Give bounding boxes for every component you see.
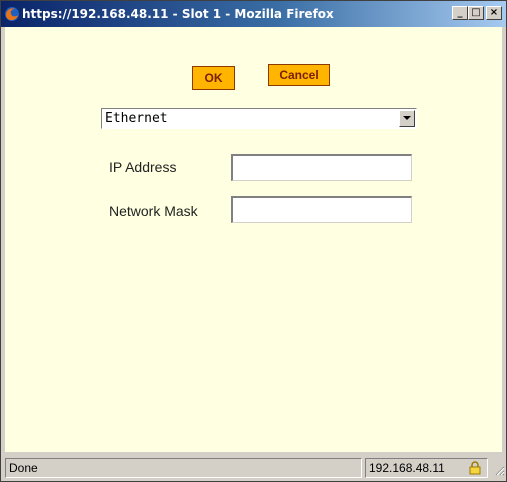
dialog-content: OK Cancel Ethernet IP Address Network Ma… (5, 27, 502, 452)
window-title: https://192.168.48.11 - Slot 1 - Mozilla… (22, 7, 334, 21)
browser-window: https://192.168.48.11 - Slot 1 - Mozilla… (0, 0, 507, 482)
resize-grip-icon[interactable] (493, 461, 505, 480)
interface-select[interactable]: Ethernet (101, 108, 417, 129)
title-bar[interactable]: https://192.168.48.11 - Slot 1 - Mozilla… (1, 1, 506, 27)
dropdown-arrow-button[interactable] (399, 110, 415, 127)
cancel-button[interactable]: Cancel (268, 64, 330, 86)
status-text: Done (5, 458, 362, 478)
maximize-button[interactable]: □ (468, 6, 484, 20)
minimize-button[interactable]: _ (452, 6, 468, 20)
close-button[interactable]: × (486, 6, 502, 20)
network-mask-label: Network Mask (109, 203, 198, 219)
firefox-icon (4, 6, 20, 22)
lock-icon[interactable] (468, 461, 482, 480)
minimize-icon: _ (457, 7, 463, 18)
ip-address-label: IP Address (109, 159, 177, 175)
chevron-down-icon (403, 116, 411, 120)
network-mask-field[interactable] (231, 196, 412, 223)
close-icon: × (489, 7, 499, 18)
ok-button[interactable]: OK (192, 66, 235, 90)
status-bar: Done 192.168.48.11 (1, 456, 506, 481)
status-host-panel[interactable]: 192.168.48.11 (365, 458, 488, 478)
ip-address-field[interactable] (231, 154, 412, 181)
maximize-icon: □ (471, 7, 481, 18)
status-host: 192.168.48.11 (369, 461, 445, 475)
interface-select-value: Ethernet (105, 111, 168, 126)
